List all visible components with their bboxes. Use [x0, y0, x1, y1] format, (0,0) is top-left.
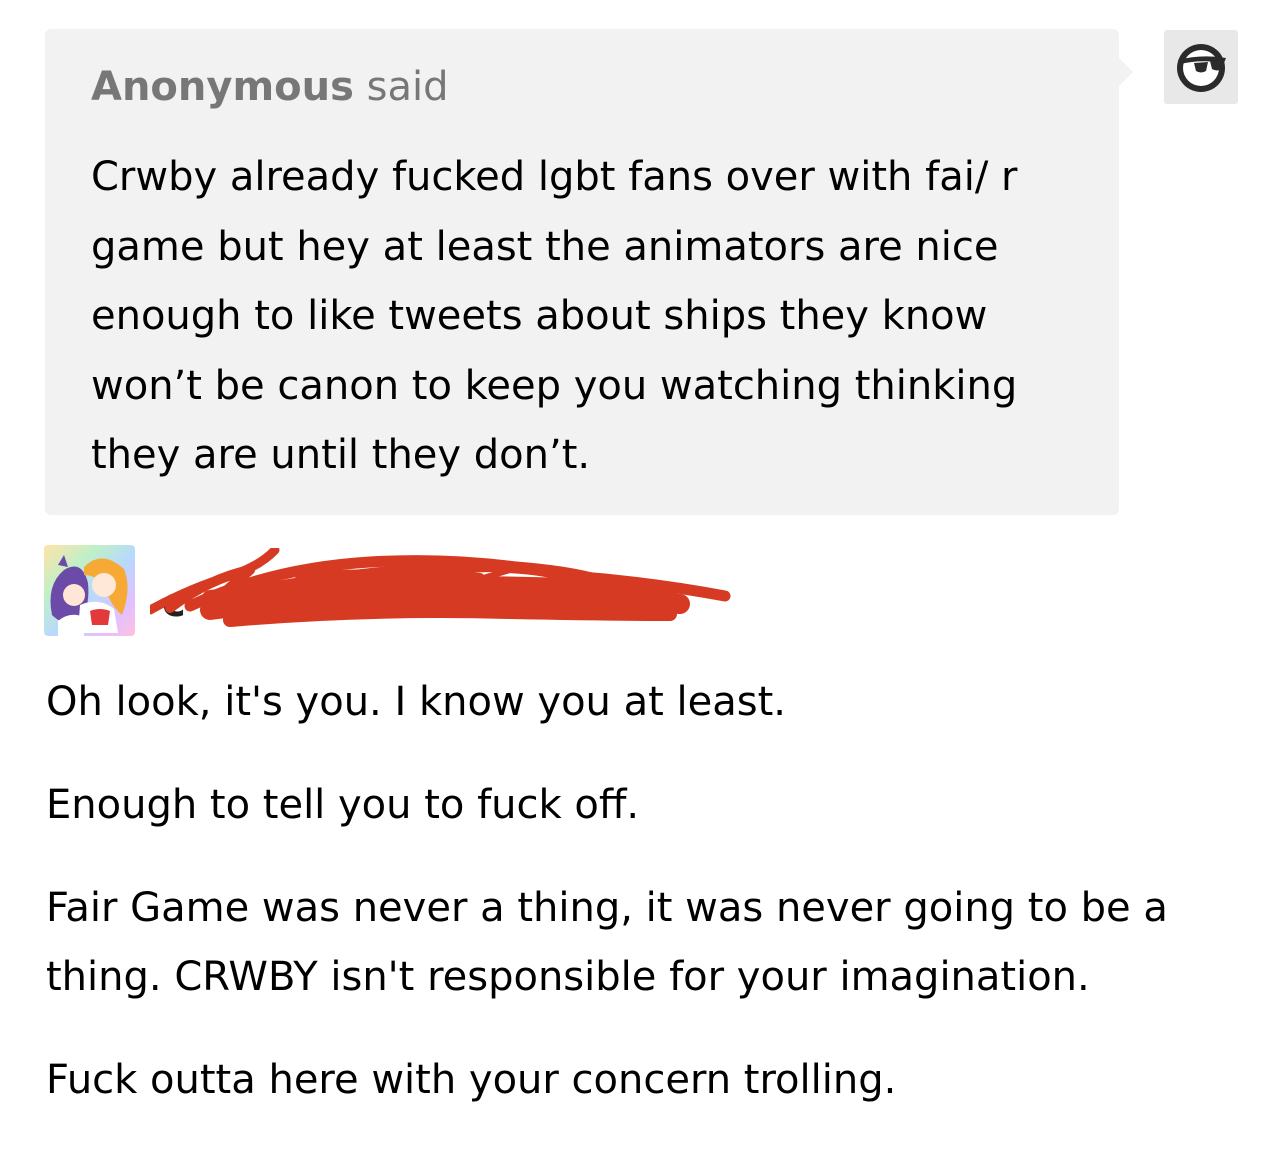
asker-name[interactable]: Anonymous — [91, 64, 354, 110]
answer-paragraph-3: Fair Game was never a thing, it was neve… — [46, 885, 1168, 1000]
answer-body: Oh look, it's you. I know you at least. … — [46, 668, 1246, 1149]
answer-paragraph-1: Oh look, it's you. I know you at least. — [46, 679, 786, 725]
question-text: Crwby already fucked lgbt fans over with… — [91, 154, 1018, 478]
ask-box: Anonymous said Crwby already fucked lgbt… — [45, 29, 1119, 515]
responder-avatar[interactable] — [44, 545, 135, 636]
responder-username[interactable]: c — [150, 548, 740, 630]
asker-said: said — [366, 64, 449, 110]
ask-bubble-tail — [1119, 58, 1133, 86]
sunglasses-ghost-icon — [1177, 44, 1226, 92]
anonymous-avatar[interactable] — [1164, 30, 1238, 104]
asker-line: Anonymous said — [91, 59, 1079, 115]
redaction-scribble — [150, 548, 731, 627]
anime-couple-rainbow-avatar — [44, 545, 135, 636]
answer-paragraph-4: Fuck outta here with your concern trolli… — [46, 1057, 897, 1103]
answer-paragraph-2: Enough to tell you to fuck off. — [46, 782, 640, 828]
